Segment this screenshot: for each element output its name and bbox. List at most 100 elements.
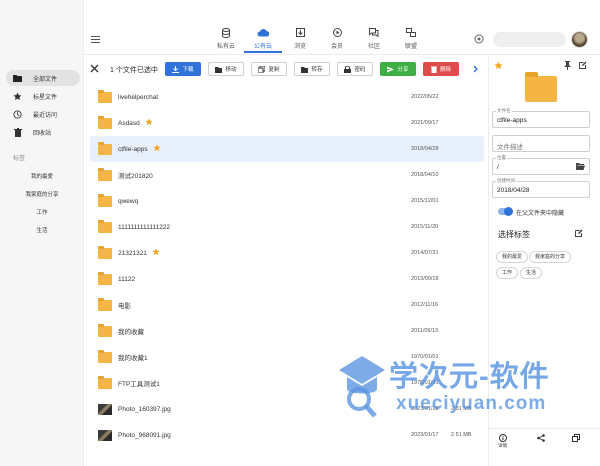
folder-icon (98, 297, 112, 311)
folder-icon (98, 219, 112, 233)
tags-title: 选择标签 (498, 230, 530, 239)
file-row[interactable]: Photo_968091.jpg 2023/01/17 2.51 MB (90, 422, 484, 448)
created-time-field[interactable]: 创建时间 2018/04/28 (492, 178, 590, 198)
file-row[interactable]: 1111111111111222 2015/11/20 (90, 214, 484, 240)
sidebar-tag[interactable]: 我家庭的分享 (0, 190, 84, 198)
browse-icon (281, 28, 319, 38)
file-name: 我的收藏 (118, 329, 144, 336)
sidebar-item-label: 全部文件 (33, 76, 58, 83)
move-button[interactable]: 移动 (208, 62, 244, 76)
history-icon (13, 109, 22, 119)
trash-icon (13, 127, 22, 137)
file-row[interactable]: livehelperchat 2022/05/22 (90, 84, 484, 110)
file-name: 电影 (118, 303, 131, 310)
field-value: 2018/04/28 (497, 187, 530, 194)
tab-public-cloud[interactable]: 公有云 (244, 28, 282, 53)
watermark-url: xueciyuan.com (396, 393, 547, 414)
pin-icon[interactable] (564, 61, 571, 72)
star-icon[interactable] (152, 248, 160, 258)
save-to-button[interactable]: 转存 (294, 62, 330, 76)
move-icon (215, 66, 223, 73)
file-date: 2021/09/17 (411, 120, 439, 126)
sidebar-tag[interactable]: 生活 (0, 226, 84, 234)
folder-icon (98, 271, 112, 285)
copy-link-icon[interactable] (572, 434, 580, 443)
tab-community[interactable]: 社区 (355, 28, 393, 53)
tag-chip[interactable]: 我的最爱 (496, 251, 529, 263)
file-description-field[interactable]: 文件描述 (492, 135, 590, 152)
file-size: 2.51 MB (451, 432, 472, 438)
tag-chip[interactable]: 工作 (496, 267, 519, 279)
watermark-logo-icon (337, 352, 387, 424)
sidebar-tag[interactable]: 我的最爱 (0, 172, 84, 180)
file-name: 11122 (118, 275, 136, 283)
file-name: Photo_968091.jpg (118, 431, 171, 439)
file-row[interactable]: 11122 2013/09/18 (90, 266, 484, 292)
sidebar-tag[interactable]: 工作 (0, 208, 84, 216)
member-icon (318, 28, 356, 38)
download-button[interactable]: 下载 (165, 62, 201, 76)
field-value: ctfile-apps (497, 117, 527, 124)
sidebar-item-trash[interactable]: 回收站 (6, 124, 80, 140)
tab-private-cloud[interactable]: 私有云 (207, 28, 245, 53)
star-icon[interactable] (145, 118, 153, 128)
file-row[interactable]: 测试201820 2018/04/10 (90, 162, 484, 188)
file-date: 2018/04/28 (411, 146, 439, 152)
share-button[interactable]: 分享 (380, 62, 416, 76)
folder-icon (98, 89, 112, 103)
file-name-field[interactable]: 文件名 ctfile-apps (492, 108, 590, 128)
close-icon[interactable] (90, 64, 99, 75)
menu-icon[interactable] (91, 36, 100, 45)
file-row[interactable]: Asdasd 2021/09/17 (90, 110, 484, 136)
settings-icon[interactable] (474, 34, 484, 46)
file-date: 2014/07/31 (411, 250, 439, 256)
details-tab-button[interactable]: 详情 (498, 434, 507, 449)
field-label: 文件名 (496, 108, 512, 114)
file-name: 1111111111111222 (118, 223, 171, 231)
star-icon[interactable] (494, 61, 503, 72)
tab-browse[interactable]: 浏览 (281, 28, 319, 53)
lock-icon (344, 65, 352, 73)
star-icon[interactable] (153, 144, 161, 154)
selection-count: 1 个文件已选中 (110, 67, 158, 74)
image-thumbnail (98, 403, 112, 415)
file-name: livehelperchat (118, 93, 159, 101)
delete-button[interactable]: 删除 (423, 62, 459, 76)
hide-in-parent-toggle[interactable] (498, 207, 513, 216)
details-tab-label: 详情 (498, 443, 507, 448)
password-button[interactable]: 密码 (337, 62, 373, 76)
file-row[interactable]: 电影 2012/11/16 (90, 292, 484, 318)
file-row[interactable]: 21321321 2014/07/31 (90, 240, 484, 266)
file-date: 2011/09/13 (411, 328, 439, 334)
chevron-right-icon[interactable] (473, 65, 478, 75)
cloud-icon (244, 28, 282, 38)
button-label: 删除 (439, 67, 451, 73)
folder-open-icon[interactable] (576, 163, 585, 172)
file-row-selected[interactable]: ctfile-apps 2018/04/28 (90, 136, 484, 162)
file-name: Asdasd (118, 119, 140, 127)
file-row[interactable]: qwewq 2015/12/01 (90, 188, 484, 214)
avatar[interactable] (571, 31, 588, 48)
share-icon[interactable] (537, 434, 545, 443)
location-field[interactable]: 位置 / (492, 155, 590, 175)
button-label: 分享 (397, 67, 409, 73)
edit-icon[interactable] (579, 61, 587, 71)
tag-chip[interactable]: 我家庭的分享 (529, 251, 572, 263)
tab-alliance[interactable]: 联盟 (392, 28, 430, 53)
edit-tags-icon[interactable] (575, 229, 583, 239)
tab-label: 社区 (367, 44, 380, 50)
sidebar-item-all-files[interactable]: 全部文件 (6, 70, 80, 86)
sidebar-item-recent[interactable]: 最近访问 (6, 106, 80, 122)
sidebar: 全部文件 标星文件 最近访问 回收站 标签 我的最爱 我家庭的分享 工作 生活 (0, 0, 84, 466)
file-date: 2018/04/10 (411, 172, 439, 178)
file-date: 2015/11/20 (411, 224, 439, 230)
tag-chip[interactable]: 生活 (520, 267, 543, 279)
share-icon (387, 66, 395, 72)
folder-preview-icon (525, 72, 557, 102)
sidebar-item-starred[interactable]: 标星文件 (6, 88, 80, 104)
file-name: Photo_160397.jpg (118, 405, 171, 413)
tab-member[interactable]: 会员 (318, 28, 356, 53)
copy-button[interactable]: 复制 (251, 62, 287, 76)
file-row[interactable]: 我的收藏 2011/09/13 (90, 318, 484, 344)
search-input[interactable] (493, 32, 566, 47)
